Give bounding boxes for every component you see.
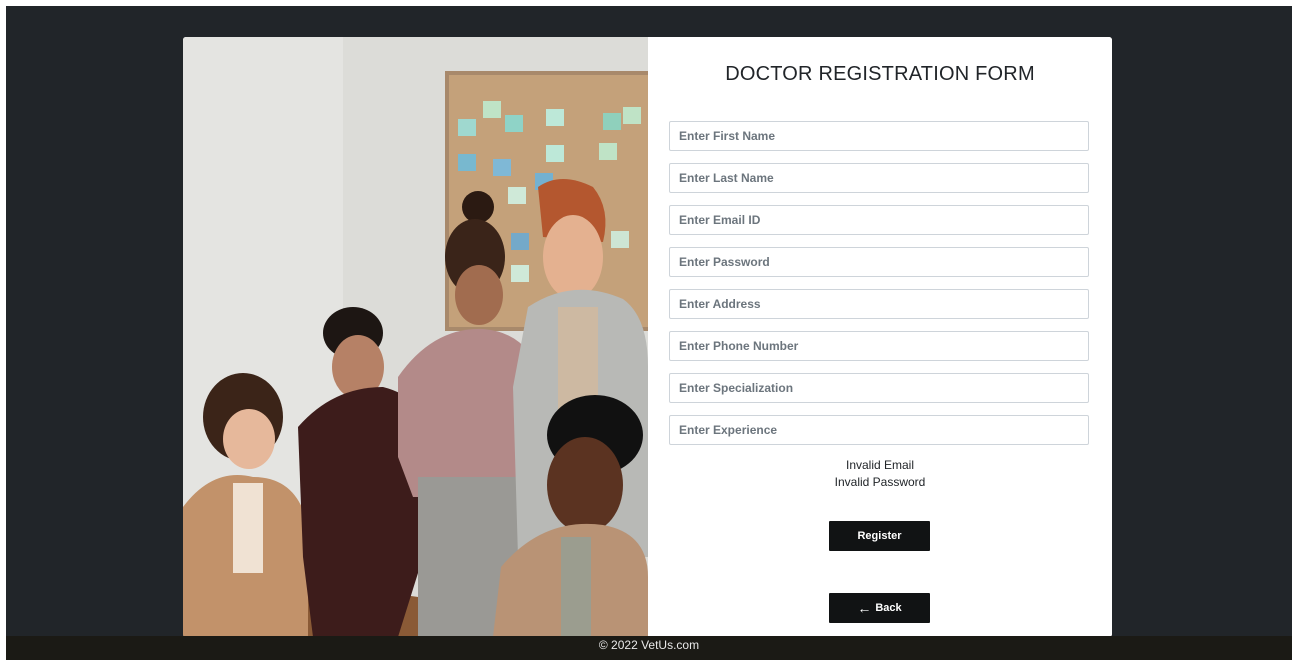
last-name-input[interactable] (669, 163, 1089, 193)
first-name-input[interactable] (669, 121, 1089, 151)
phone-number-input[interactable] (669, 331, 1089, 361)
page-background: DOCTOR REGISTRATION FORM Invalid Email I… (6, 6, 1292, 660)
back-button-label: Back (875, 602, 902, 614)
left-arrow-icon: ← (857, 600, 872, 616)
experience-input[interactable] (669, 415, 1089, 445)
address-input[interactable] (669, 289, 1089, 319)
email-error: Invalid Email (845, 458, 915, 472)
footer: © 2022 VetUs.com (6, 636, 1292, 660)
team-photo (183, 37, 648, 637)
password-error: Invalid Password (834, 475, 926, 489)
register-button-label: Register (857, 530, 902, 542)
registration-card: DOCTOR REGISTRATION FORM Invalid Email I… (183, 37, 1112, 637)
password-input[interactable] (669, 247, 1089, 277)
registration-form: DOCTOR REGISTRATION FORM Invalid Email I… (648, 37, 1112, 637)
register-button[interactable]: Register (829, 521, 930, 551)
email-input[interactable] (669, 205, 1089, 235)
back-button[interactable]: ← Back (829, 593, 930, 623)
validation-messages: Invalid Email Invalid Password (648, 457, 1112, 491)
form-title: DOCTOR REGISTRATION FORM (725, 63, 1035, 85)
specialization-input[interactable] (669, 373, 1089, 403)
copyright-text: © 2022 VetUs.com (598, 638, 700, 652)
